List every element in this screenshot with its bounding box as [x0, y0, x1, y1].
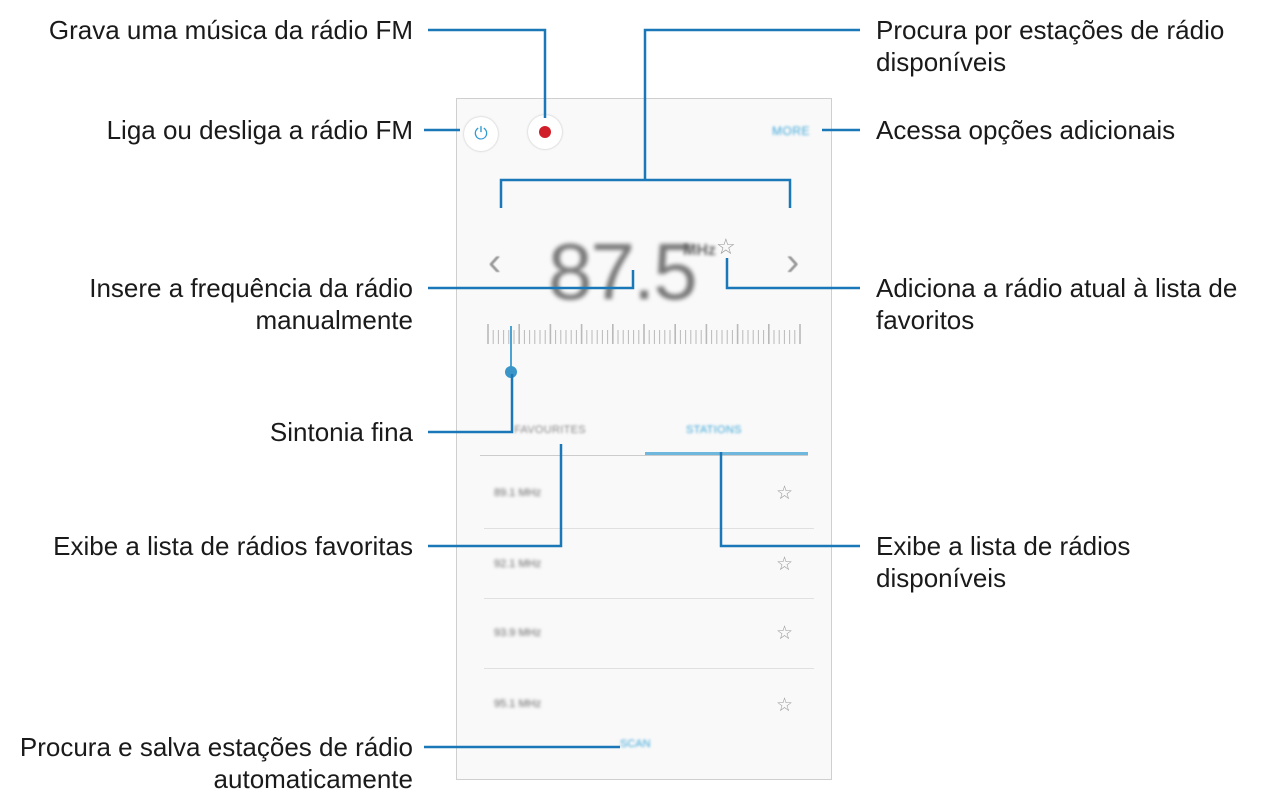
callout-add-favorite: Adiciona a rádio atual à lista de favori…	[876, 272, 1237, 336]
callout-manual-frequency: Insere a frequência da rádio manualmente	[89, 272, 413, 336]
callout-autoscan: Procura e salva estações de rádio automa…	[20, 731, 413, 795]
callout-more-options: Acessa opções adicionais	[876, 115, 1176, 145]
callout-line: disponíveis	[876, 47, 1007, 77]
callout-stations-list: Exibe a lista de rádios disponíveis	[876, 530, 1130, 594]
callout-line: favoritos	[876, 305, 975, 335]
callout-favorites-list: Exibe a lista de rádios favoritas	[53, 531, 413, 561]
callout-line: disponíveis	[876, 563, 1007, 593]
callout-line: automaticamente	[213, 764, 413, 794]
callout-power: Liga ou desliga a rádio FM	[106, 115, 413, 145]
callout-line: Procura e salva estações de rádio	[19, 732, 413, 762]
callout-line: Adiciona a rádio atual à lista de	[876, 273, 1238, 303]
callout-record: Grava uma música da rádio FM	[48, 15, 413, 45]
callout-search-stations: Procura por estações de rádio disponívei…	[876, 14, 1224, 78]
callout-line: manualmente	[255, 305, 413, 335]
callout-fine-tune: Sintonia fina	[269, 417, 413, 447]
callout-line: Exibe a lista de rádios	[876, 531, 1131, 561]
callout-line: Procura por estações de rádio	[876, 15, 1225, 45]
callout-line: Insere a frequência da rádio	[89, 273, 413, 303]
